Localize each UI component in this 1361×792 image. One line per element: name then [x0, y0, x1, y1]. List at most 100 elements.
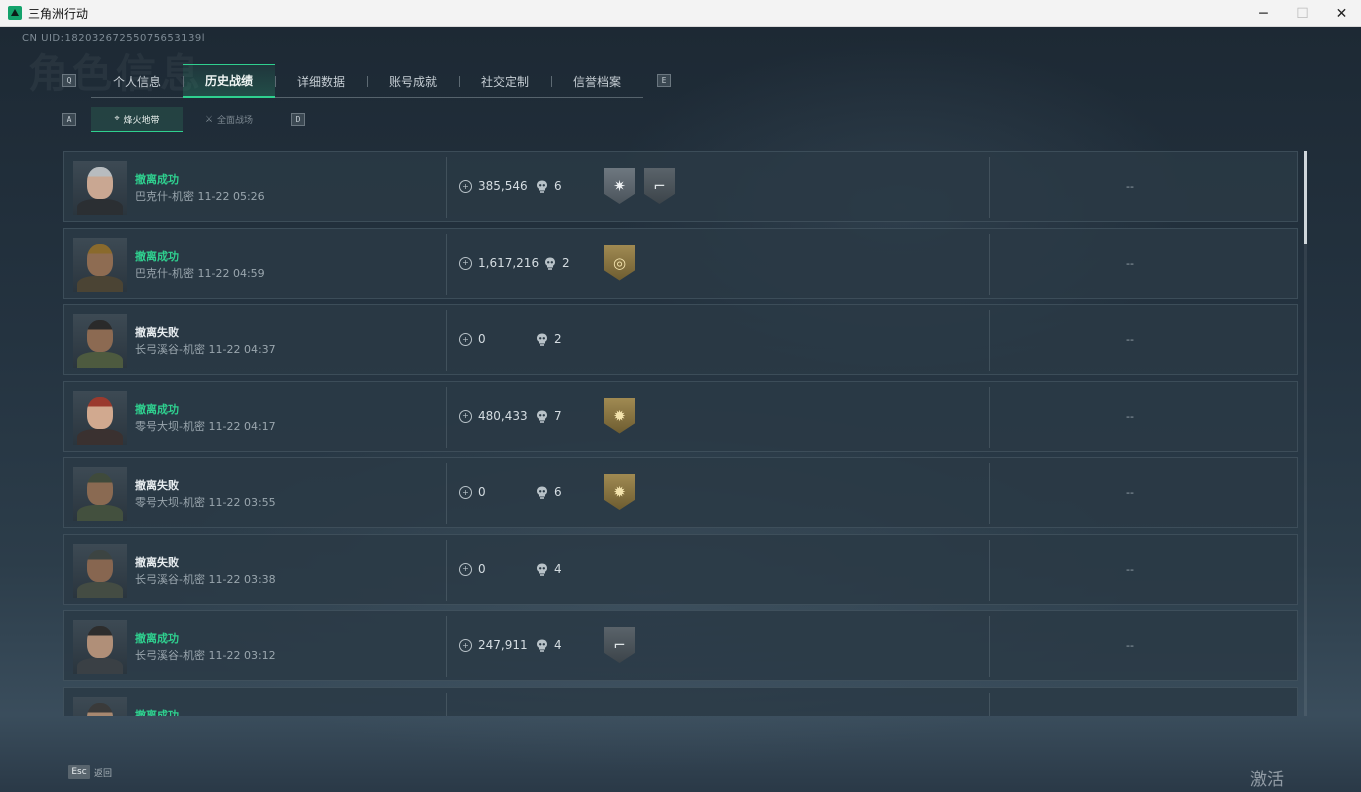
subtab-warfare[interactable]: ⚔ 全面战场 — [183, 107, 275, 132]
windows-activation-watermark: 激活 Windows — [1250, 770, 1326, 792]
row-divider — [989, 386, 990, 448]
row-divider — [446, 692, 447, 716]
value-coin-icon: + — [459, 486, 472, 499]
kill-count: 7 — [554, 408, 562, 423]
operator-avatar — [73, 161, 127, 215]
subtab-warfare-label: 全面战场 — [217, 116, 254, 126]
row-divider — [446, 463, 447, 524]
row-divider — [989, 157, 990, 218]
medal-gold-sun-icon[interactable]: ✹ — [604, 474, 635, 510]
row-divider — [989, 310, 990, 371]
operator-avatar — [73, 237, 127, 292]
subtab-next-key-hint[interactable]: D — [291, 113, 305, 126]
medal-dark-gun-icon[interactable]: ⌐ — [644, 168, 675, 204]
tab-match-history[interactable]: 历史战绩 — [183, 64, 275, 98]
row-divider — [446, 310, 447, 371]
row-divider — [446, 616, 447, 677]
match-time: 11-22 04:37 — [208, 343, 276, 356]
minimize-button[interactable]: ─ — [1244, 0, 1283, 27]
match-row[interactable]: 撤离成功 长弓溪谷-机密 11-22 03:12 +247,911 4 ⌐ -- — [63, 610, 1298, 681]
scrollbar-thumb[interactable] — [1304, 151, 1307, 244]
window-controls: ─ ☐ ✕ — [1244, 0, 1361, 27]
match-row[interactable]: 撤离失败 零号大坝-机密 11-22 03:55 +0 6 ✹ -- — [63, 457, 1298, 528]
tab-achievements[interactable]: 账号成就 — [367, 64, 459, 98]
skull-icon — [537, 639, 547, 652]
map-name: 零号大坝-机密 — [135, 496, 205, 509]
skull-icon — [537, 486, 547, 499]
skull-icon — [537, 180, 547, 193]
medal-gold-sun-icon[interactable]: ✹ — [604, 397, 635, 434]
match-row[interactable]: 撤离成功 巴克什-机密 11-22 05:26 +385,546 6 ✷ ⌐ -- — [63, 151, 1298, 222]
map-and-time: 长弓溪谷-机密 11-22 04:37 — [135, 341, 276, 357]
extraction-status: 撤离成功 — [135, 632, 179, 645]
extraction-status: 撤离失败 — [135, 479, 179, 492]
back-label: 返回 — [94, 768, 113, 779]
tab-next-key-hint[interactable]: E — [657, 74, 671, 87]
extra-info: -- — [1126, 486, 1134, 499]
operator-avatar — [73, 467, 127, 521]
operator-avatar — [73, 543, 127, 598]
row-divider — [446, 539, 447, 601]
match-row[interactable]: 撤离失败 长弓溪谷-机密 11-22 04:37 +0 2 -- — [63, 304, 1298, 375]
row-divider — [446, 386, 447, 448]
tab-social-custom[interactable]: 社交定制 — [459, 64, 551, 98]
skull-icon — [537, 410, 547, 423]
map-name: 长弓溪谷-机密 — [135, 572, 205, 586]
maximize-button[interactable]: ☐ — [1283, 0, 1322, 27]
close-button[interactable]: ✕ — [1322, 0, 1361, 27]
back-hint[interactable]: Esc 返回 — [68, 765, 112, 779]
crosshair-icon: ⌖ — [114, 114, 120, 124]
extracted-value: 385,546 — [478, 179, 528, 193]
value-coin-icon: + — [459, 409, 472, 423]
extraction-status: 撤离成功 — [135, 708, 179, 717]
row-divider — [989, 463, 990, 524]
kill-count: 2 — [554, 332, 562, 346]
extraction-status: 撤离成功 — [135, 402, 179, 416]
extra-info: -- — [1126, 256, 1134, 270]
extra-info: -- — [1126, 333, 1134, 346]
extra-info: -- — [1126, 180, 1134, 193]
operator-avatar — [73, 314, 127, 368]
value-coin-icon: + — [459, 180, 472, 193]
medal-silver-star-icon[interactable]: ✷ — [604, 168, 635, 204]
match-time: 11-22 03:38 — [208, 572, 276, 586]
medal-dark-gun-icon[interactable]: ⌐ — [604, 627, 635, 663]
extraction-status: 撤离成功 — [135, 249, 179, 263]
extracted-value: 480,433 — [478, 408, 528, 423]
tab-prev-key-hint[interactable]: Q — [62, 74, 76, 87]
tab-reputation[interactable]: 信誉档案 — [551, 64, 643, 98]
subtab-prev-key-hint[interactable]: A — [62, 113, 76, 126]
subtab-operations[interactable]: ⌖ 烽火地带 — [91, 107, 183, 132]
operator-avatar — [73, 390, 127, 445]
match-row[interactable]: 撤离成功 巴克什-机密 11-22 04:59 +1,617,216 2 ◎ -- — [63, 227, 1298, 299]
map-name: 长弓溪谷-机密 — [135, 649, 205, 662]
extraction-status: 撤离失败 — [135, 555, 179, 569]
tab-personal-info[interactable]: 个人信息 — [91, 64, 183, 98]
kill-count: 4 — [554, 561, 562, 576]
map-name: 巴克什-机密 — [135, 190, 194, 203]
row-divider — [446, 233, 447, 295]
kill-count: 6 — [554, 485, 562, 499]
match-time: 11-22 04:59 — [197, 266, 265, 280]
match-row[interactable]: 撤离失败 长弓溪谷-机密 11-22 03:38 +0 4 -- — [63, 533, 1298, 605]
player-uid: CN UID:18203267255075653139l — [22, 33, 206, 44]
operator-avatar — [73, 620, 127, 674]
match-time: 11-22 05:26 — [197, 190, 265, 203]
kill-count: 2 — [562, 255, 570, 270]
extracted-value: 0 — [478, 332, 486, 346]
match-row[interactable]: 撤离成功 零号大坝-机密 11-22 04:17 +480,433 7 ✹ -- — [63, 380, 1298, 452]
row-divider — [989, 616, 990, 677]
medal-gold-target-icon[interactable]: ◎ — [604, 244, 635, 281]
skull-icon — [537, 563, 547, 576]
row-divider — [989, 539, 990, 601]
list-scrollbar[interactable] — [1304, 151, 1307, 716]
window-title: 三角洲行动 — [28, 6, 89, 21]
extracted-value: 0 — [478, 561, 486, 576]
window-titlebar: 三角洲行动 ─ ☐ ✕ — [0, 0, 1361, 27]
tab-detailed-data[interactable]: 详细数据 — [275, 64, 367, 98]
match-row[interactable]: 撤离成功 — [63, 686, 1298, 717]
extra-info: -- — [1126, 562, 1134, 576]
map-name: 巴克什-机密 — [135, 266, 194, 280]
esc-key: Esc — [68, 765, 90, 779]
kill-count: 4 — [554, 638, 562, 652]
